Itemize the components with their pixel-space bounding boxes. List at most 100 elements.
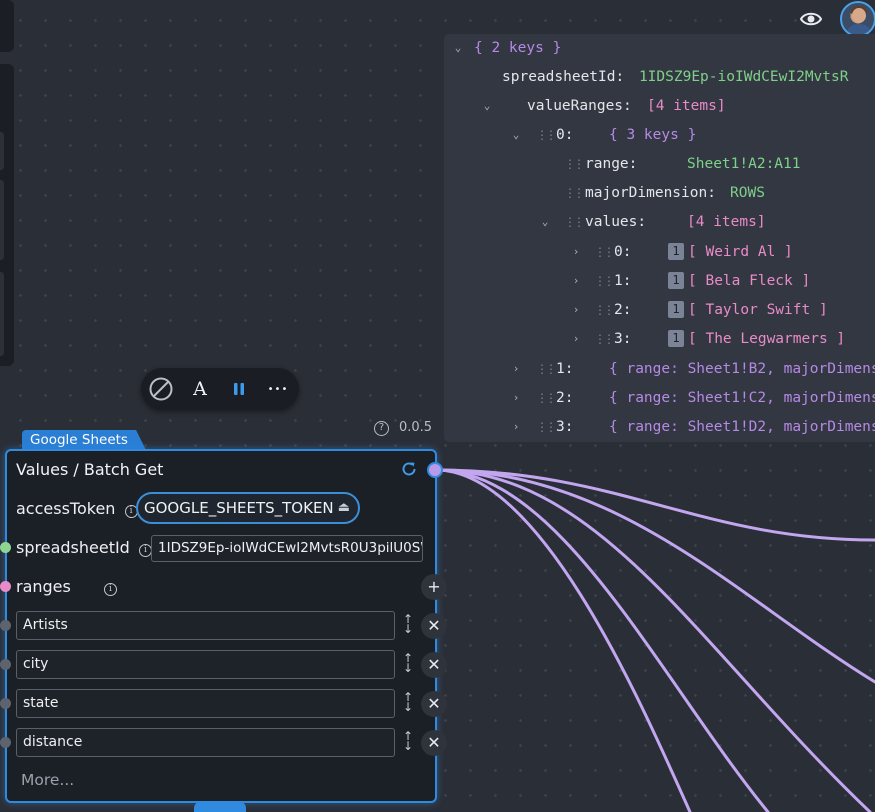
disable-button[interactable] — [148, 377, 174, 401]
drag-handle-icon[interactable]: ⋮⋮ — [536, 358, 557, 380]
wire — [434, 468, 872, 812]
json-value: [ Taylor Swift ] — [688, 302, 828, 318]
circle-slash-icon — [149, 377, 173, 401]
expand-node-handle[interactable] — [194, 802, 246, 812]
chevron-right-icon[interactable]: › — [570, 328, 582, 350]
chevron-right-icon[interactable]: › — [570, 270, 582, 292]
range-value: city — [23, 656, 49, 672]
json-key: 3: — [614, 331, 632, 347]
spreadsheet-id-input[interactable]: 1IDSZ9Ep-ioIWdCEwI2MvtsR0U3pilU0SWJ — [151, 535, 423, 562]
eye-icon[interactable] — [799, 8, 823, 30]
json-key: 2: — [556, 390, 574, 406]
chevron-right-icon[interactable]: › — [570, 241, 582, 263]
range-port[interactable] — [0, 737, 11, 748]
json-key: 0: — [556, 127, 574, 143]
spreadsheet-id-port[interactable] — [0, 542, 11, 553]
drag-handle-icon[interactable]: ⋮⋮ — [594, 299, 615, 321]
json-array-preview: 1[ The Legwarmers ] — [668, 328, 845, 350]
range-input[interactable]: city — [16, 650, 395, 679]
chevron-down-icon[interactable]: ⌄ — [452, 37, 464, 59]
rename-button[interactable]: A — [187, 377, 213, 401]
chevron-right-icon[interactable]: › — [510, 416, 522, 438]
reorder-icon[interactable]: ↑ ↓ — [401, 691, 415, 713]
remove-range-button[interactable]: ✕ — [421, 691, 447, 717]
json-key: values: — [585, 214, 647, 230]
drag-handle-icon[interactable]: ⋮⋮ — [594, 328, 615, 350]
node-version: 0.0.5 — [399, 420, 433, 435]
count-badge: 1 — [668, 243, 684, 260]
add-range-button[interactable]: + — [421, 574, 447, 600]
ranges-label: ranges i — [16, 577, 117, 596]
ranges-text: ranges — [16, 577, 71, 596]
drag-handle-icon[interactable]: ⋮⋮ — [536, 387, 557, 409]
range-input[interactable]: state — [16, 689, 395, 718]
close-icon: ✕ — [427, 655, 441, 674]
range-input[interactable]: distance — [16, 728, 395, 757]
drag-handle-icon[interactable]: ⋮⋮ — [594, 270, 615, 292]
remove-range-button[interactable]: ✕ — [421, 652, 447, 678]
remove-range-button[interactable]: ✕ — [421, 613, 447, 639]
json-key: range: — [585, 156, 638, 172]
wire — [434, 468, 875, 684]
more-link[interactable]: More... — [21, 771, 74, 789]
count-badge: 1 — [668, 301, 684, 318]
drag-handle-icon[interactable]: ⋮⋮ — [594, 241, 615, 263]
more-options-button[interactable]: ••• — [265, 377, 291, 401]
count-badge: 1 — [668, 272, 684, 289]
chevron-down-icon[interactable]: ⌄ — [539, 211, 551, 233]
range-value: Artists — [23, 617, 68, 633]
output-port[interactable] — [427, 462, 443, 478]
range-port[interactable] — [0, 698, 11, 709]
access-token-text: accessToken — [16, 499, 116, 518]
info-icon[interactable]: i — [138, 544, 152, 557]
json-key: 3: — [556, 419, 574, 435]
pause-button[interactable] — [226, 377, 252, 401]
reorder-icon[interactable]: ↑ ↓ — [401, 613, 415, 635]
reorder-icon[interactable]: ↑ ↓ — [401, 652, 415, 674]
json-key: 0: — [614, 244, 632, 260]
json-array-preview: 1[ Bela Fleck ] — [668, 270, 810, 292]
json-array-preview: 1[ Taylor Swift ] — [668, 299, 828, 321]
json-summary: { range: Sheet1!D2, majorDimens — [609, 419, 875, 435]
range-value: distance — [23, 734, 83, 750]
access-token-field[interactable]: GOOGLE_SHEETS_TOKEN ⏏ — [136, 492, 360, 524]
help-icon[interactable]: ? — [374, 421, 389, 436]
json-viewer[interactable]: ⌄ { 2 keys } spreadsheetId: 1IDSZ9Ep-ioI… — [444, 34, 875, 442]
chevron-down-icon[interactable]: ⌄ — [481, 95, 493, 117]
close-icon: ✕ — [427, 616, 441, 635]
json-key: 2: — [614, 302, 632, 318]
ranges-port[interactable] — [0, 581, 11, 592]
range-port[interactable] — [0, 620, 11, 631]
drag-handle-icon[interactable]: ⋮⋮ — [536, 416, 557, 438]
info-icon[interactable]: i — [103, 583, 117, 596]
refresh-icon[interactable] — [400, 460, 418, 478]
json-key: spreadsheetId: — [502, 69, 625, 85]
chevron-right-icon[interactable]: › — [570, 299, 582, 321]
range-input[interactable]: Artists — [16, 611, 395, 640]
drag-handle-icon[interactable]: ⋮⋮ — [564, 211, 585, 233]
json-value: Sheet1!A2:A11 — [687, 156, 801, 172]
json-key: 1: — [614, 273, 632, 289]
json-summary: { 3 keys } — [609, 127, 697, 143]
json-value: [ Weird Al ] — [688, 244, 793, 260]
remove-range-button[interactable]: ✕ — [421, 730, 447, 756]
eject-icon[interactable]: ⏏ — [338, 494, 350, 522]
reorder-icon[interactable]: ↑ ↓ — [401, 730, 415, 752]
range-port[interactable] — [0, 659, 11, 670]
node-meta: ? 0.0.5 — [374, 420, 432, 436]
access-token-value: GOOGLE_SHEETS_TOKEN — [144, 499, 334, 517]
drag-handle-icon[interactable]: ⋮⋮ — [536, 124, 557, 146]
ellipsis-icon: ••• — [267, 383, 289, 395]
drag-handle-icon[interactable]: ⋮⋮ — [564, 182, 585, 204]
chevron-right-icon[interactable]: › — [510, 358, 522, 380]
close-icon: ✕ — [427, 733, 441, 752]
avatar[interactable] — [840, 1, 875, 37]
json-value: ROWS — [730, 185, 765, 201]
drag-handle-icon[interactable]: ⋮⋮ — [564, 153, 585, 175]
close-icon: ✕ — [427, 694, 441, 713]
chevron-right-icon[interactable]: › — [510, 387, 522, 409]
json-key: majorDimension: — [585, 185, 716, 201]
chevron-down-icon[interactable]: ⌄ — [510, 124, 522, 146]
json-array-preview: 1[ Weird Al ] — [668, 241, 793, 263]
count-badge: 1 — [668, 330, 684, 347]
